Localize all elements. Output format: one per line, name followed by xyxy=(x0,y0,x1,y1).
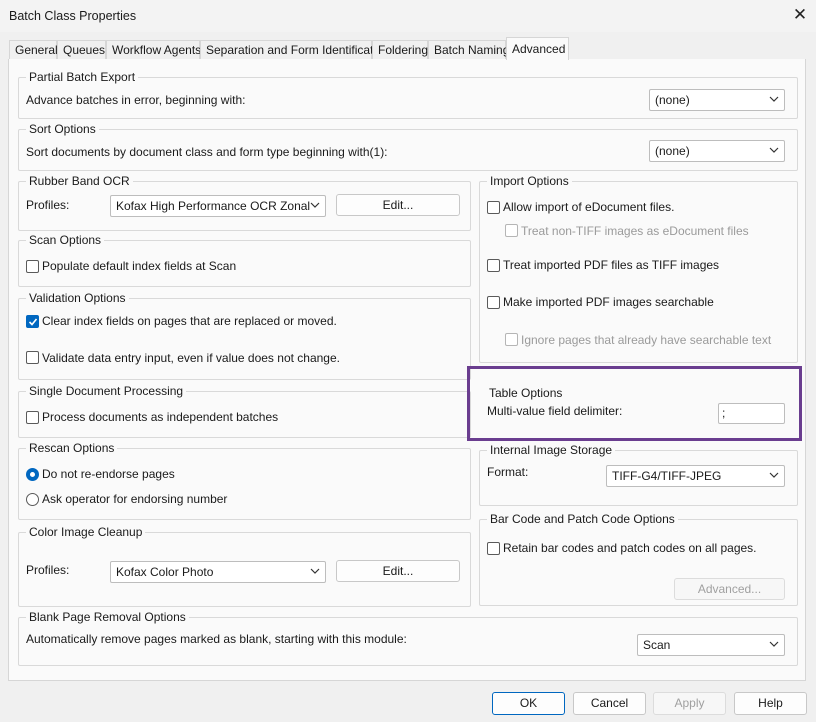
tab-workflow-agents[interactable]: Workflow Agents xyxy=(106,40,201,60)
chevron-down-icon xyxy=(310,202,320,208)
make-pdf-searchable-label: Make imported PDF images searchable xyxy=(503,295,714,309)
tab-advanced[interactable]: Advanced xyxy=(506,37,569,60)
tab-separation-form-identification[interactable]: Separation and Form Identification xyxy=(200,40,389,60)
rubber-band-edit-button[interactable]: Edit... xyxy=(336,194,460,216)
do-not-reendorse-radio[interactable] xyxy=(26,468,39,481)
group-legend: Validation Options xyxy=(26,291,129,305)
group-legend: Sort Options xyxy=(26,122,99,136)
do-not-reendorse-label: Do not re-endorse pages xyxy=(42,467,175,481)
format-label: Format: xyxy=(487,465,529,479)
rubber-band-profile-select[interactable]: Kofax High Performance OCR Zonal xyxy=(110,195,326,217)
allow-edocument-import-checkbox[interactable] xyxy=(487,201,500,214)
chevron-down-icon xyxy=(769,472,779,478)
retain-bar-codes-checkbox[interactable] xyxy=(487,542,500,555)
treat-pdf-as-tiff-label: Treat imported PDF files as TIFF images xyxy=(503,258,720,272)
select-value: (none) xyxy=(655,144,690,158)
color-cleanup-profile-select[interactable]: Kofax Color Photo xyxy=(110,561,326,583)
group-legend: Partial Batch Export xyxy=(26,70,139,84)
help-button[interactable]: Help xyxy=(734,692,807,715)
table-options-highlight xyxy=(467,366,802,441)
group-legend: Bar Code and Patch Code Options xyxy=(487,512,678,526)
select-value: (none) xyxy=(655,93,690,107)
make-pdf-searchable-checkbox[interactable] xyxy=(487,296,500,309)
populate-default-index-label: Populate default index fields at Scan xyxy=(42,259,237,273)
ignore-searchable-pages-checkbox[interactable] xyxy=(505,333,518,346)
rubber-band-profiles-label: Profiles: xyxy=(26,198,70,212)
cancel-button[interactable]: Cancel xyxy=(573,692,646,715)
select-value: Scan xyxy=(643,638,671,652)
retain-bar-codes-label: Retain bar codes and patch codes on all … xyxy=(503,541,757,555)
tab-batch-naming[interactable]: Batch Naming xyxy=(428,40,509,60)
group-legend: Single Document Processing xyxy=(26,384,187,398)
process-independent-batches-label: Process documents as independent batches xyxy=(42,410,279,424)
tab-general[interactable]: General xyxy=(9,40,58,60)
group-legend: Rubber Band OCR xyxy=(26,174,133,188)
populate-default-index-checkbox[interactable] xyxy=(26,260,39,273)
select-value: Kofax High Performance OCR Zonal xyxy=(116,199,311,213)
select-value: Kofax Color Photo xyxy=(116,565,214,579)
treat-non-tiff-label: Treat non-TIFF images as eDocument files xyxy=(521,224,749,238)
chevron-down-icon xyxy=(769,96,779,102)
group-legend: Blank Page Removal Options xyxy=(26,610,189,624)
blank-page-removal-label: Automatically remove pages marked as bla… xyxy=(26,632,407,646)
sort-documents-select[interactable]: (none) xyxy=(649,140,785,162)
group-legend: Rescan Options xyxy=(26,441,118,455)
apply-button[interactable]: Apply xyxy=(653,692,726,715)
treat-pdf-as-tiff-checkbox[interactable] xyxy=(487,259,500,272)
sort-documents-label: Sort documents by document class and for… xyxy=(26,145,388,159)
close-icon[interactable]: ✕ xyxy=(789,4,811,26)
ask-operator-label: Ask operator for endorsing number xyxy=(42,492,228,506)
group-legend: Import Options xyxy=(487,174,572,188)
chevron-down-icon xyxy=(310,568,320,574)
checkmark-icon xyxy=(28,318,38,326)
tab-queues[interactable]: Queues xyxy=(57,40,106,60)
allow-edocument-import-label: Allow import of eDocument files. xyxy=(503,200,675,214)
group-legend: Scan Options xyxy=(26,233,105,247)
treat-non-tiff-checkbox[interactable] xyxy=(505,224,518,237)
tab-foldering[interactable]: Foldering xyxy=(372,40,428,60)
window-title: Batch Class Properties xyxy=(9,9,137,23)
color-cleanup-edit-button[interactable]: Edit... xyxy=(336,560,460,582)
image-format-select[interactable]: TIFF-G4/TIFF-JPEG xyxy=(606,465,785,487)
validate-data-entry-label: Validate data entry input, even if value… xyxy=(42,351,340,365)
process-independent-batches-checkbox[interactable] xyxy=(26,411,39,424)
blank-page-module-select[interactable]: Scan xyxy=(637,634,785,656)
color-cleanup-profiles-label: Profiles: xyxy=(26,563,70,577)
ok-button[interactable]: OK xyxy=(492,692,565,715)
advance-batches-label: Advance batches in error, beginning with… xyxy=(26,93,246,107)
advance-batches-select[interactable]: (none) xyxy=(649,89,785,111)
ignore-searchable-pages-label: Ignore pages that already have searchabl… xyxy=(521,333,772,347)
group-legend: Internal Image Storage xyxy=(487,443,616,457)
clear-index-fields-label: Clear index fields on pages that are rep… xyxy=(42,314,337,328)
chevron-down-icon xyxy=(769,641,779,647)
group-legend: Color Image Cleanup xyxy=(26,525,146,539)
validate-data-entry-checkbox[interactable] xyxy=(26,351,39,364)
clear-index-fields-checkbox[interactable] xyxy=(26,315,39,328)
validation-options-group: Validation Options xyxy=(18,291,471,380)
rescan-options-group: Rescan Options xyxy=(18,441,471,520)
select-value: TIFF-G4/TIFF-JPEG xyxy=(612,469,722,483)
ask-operator-radio[interactable] xyxy=(26,493,39,506)
barcode-advanced-button[interactable]: Advanced... xyxy=(674,578,785,600)
chevron-down-icon xyxy=(769,147,779,153)
